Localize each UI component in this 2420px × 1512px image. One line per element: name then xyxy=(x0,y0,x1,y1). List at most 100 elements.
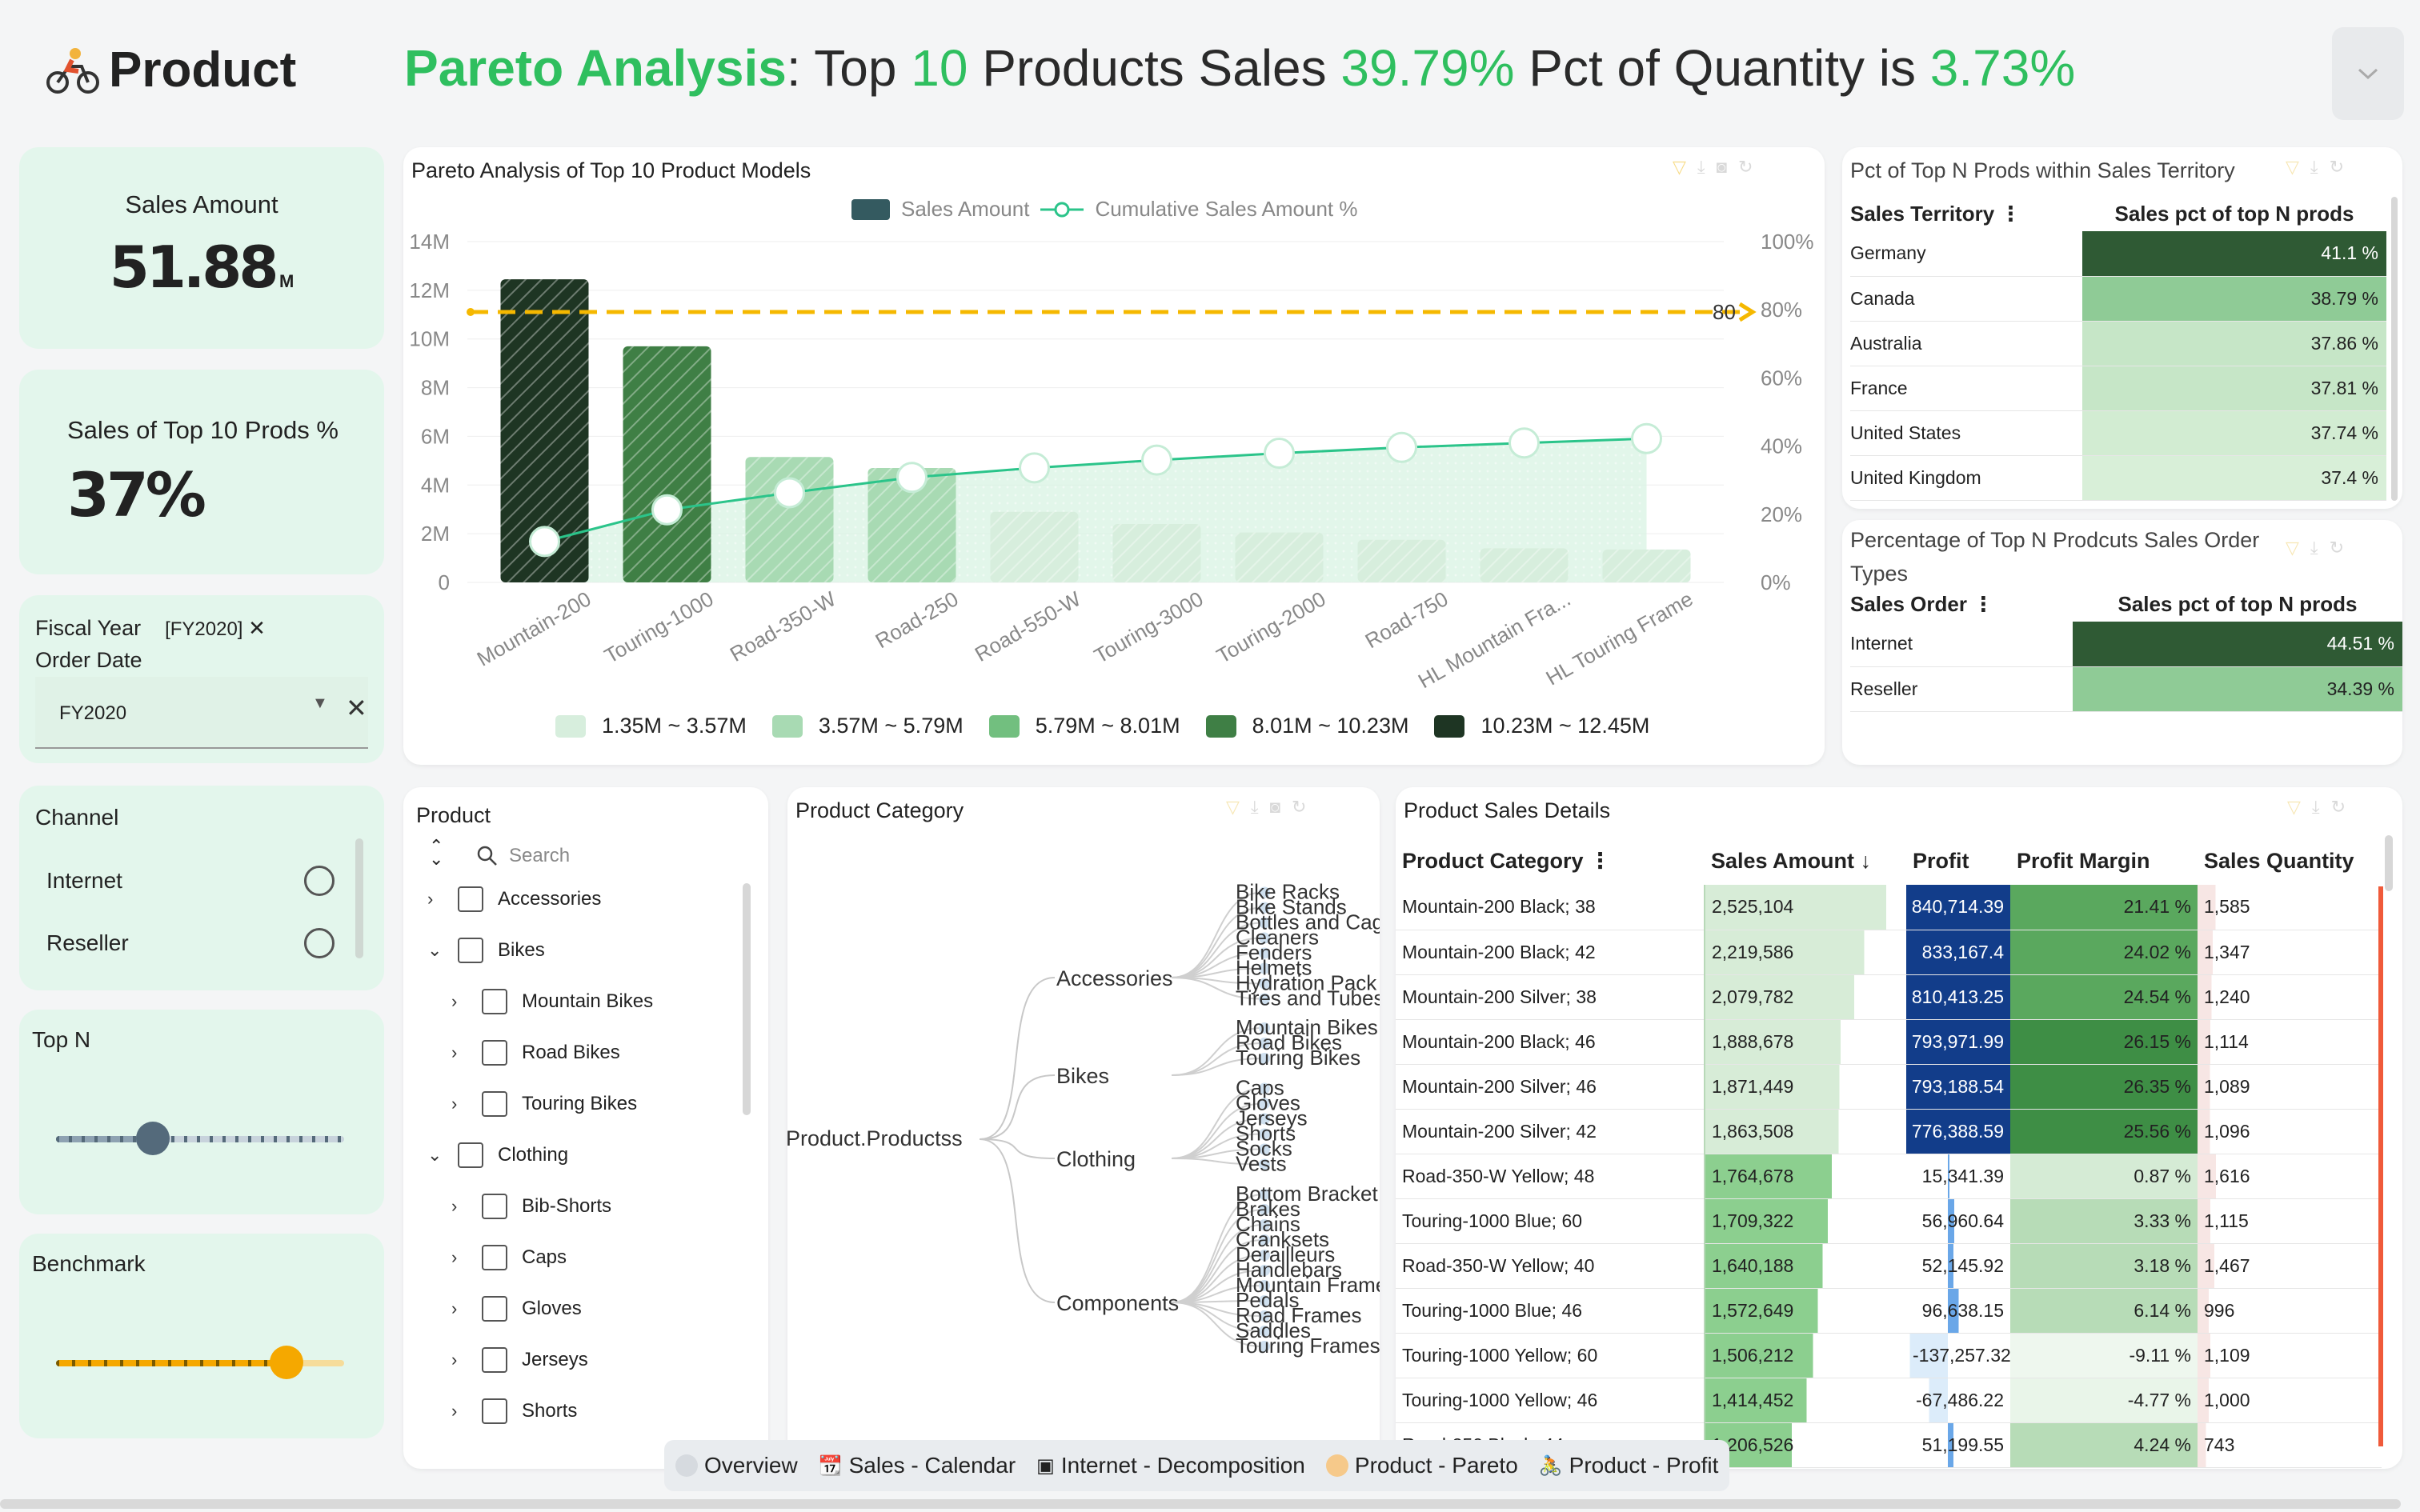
tab-sales-calendar[interactable]: 📆 Sales - Calendar xyxy=(819,1453,1016,1478)
more-icon[interactable]: ⋮ xyxy=(1973,592,1993,616)
benchmark-slider-handle[interactable] xyxy=(270,1346,303,1379)
channel-option-internet[interactable]: Internet xyxy=(46,866,335,896)
chevron-right-icon[interactable]: › xyxy=(427,889,443,910)
tree-checkbox[interactable] xyxy=(458,938,483,963)
clear-chip-icon[interactable]: ✕ xyxy=(248,616,266,640)
table-row[interactable]: Germany 41.1 % xyxy=(1850,231,2386,277)
chevron-right-icon[interactable]: › xyxy=(451,991,467,1012)
col-product-category[interactable]: Product Category ⋮ xyxy=(1396,837,1705,885)
table-row[interactable]: Touring-1000 Yellow; 46 1,414,452 -67,486.… xyxy=(1396,1378,2382,1423)
channel-option-reseller[interactable]: Reseller xyxy=(46,928,335,958)
tree-item-clothing[interactable]: ⌄ Clothing xyxy=(427,1142,568,1168)
order-pct-col-header[interactable]: Sales pct of top N prods xyxy=(2073,587,2402,622)
table-row[interactable]: France 37.81 % xyxy=(1850,366,2386,411)
tab-internet-decomposition[interactable]: ▣ Internet - Decomposition xyxy=(1036,1453,1305,1478)
fiscal-year-select[interactable]: FY2020 ▼ ✕ xyxy=(35,677,368,749)
territory-scrollbar[interactable] xyxy=(2391,197,2398,501)
tree-item-gloves[interactable]: › Gloves xyxy=(451,1296,582,1322)
tree-checkbox[interactable] xyxy=(482,1347,507,1373)
more-icon[interactable]: ⋮ xyxy=(1589,849,1611,873)
more-icon[interactable]: ⋮ xyxy=(2000,202,2021,226)
filter-icon[interactable]: ▽ xyxy=(2287,797,2312,817)
table-row[interactable]: United Kingdom 37.4 % xyxy=(1850,455,2386,501)
chevron-right-icon[interactable]: › xyxy=(451,1298,467,1319)
tree-checkbox[interactable] xyxy=(482,989,507,1014)
tree-item-caps[interactable]: › Caps xyxy=(451,1245,567,1270)
tree-checkbox[interactable] xyxy=(482,1040,507,1066)
chevron-right-icon[interactable]: › xyxy=(451,1401,467,1422)
filter-icon[interactable]: ▽ xyxy=(2286,157,2310,177)
col-profit[interactable]: Profit xyxy=(1906,837,2010,885)
chevron-right-icon[interactable]: › xyxy=(451,1350,467,1370)
table-row[interactable]: Mountain-200 Silver; 42 1,863,508 776,388.… xyxy=(1396,1109,2382,1154)
chevron-right-icon[interactable]: › xyxy=(451,1247,467,1268)
col-sales-amount[interactable]: Sales Amount ↓ xyxy=(1705,837,1906,885)
chevron-down-icon[interactable]: ⌄ xyxy=(427,1145,443,1166)
tree-checkbox[interactable] xyxy=(458,886,483,912)
sort-desc-icon[interactable]: ↓ xyxy=(1861,849,1872,873)
tab-overview[interactable]: Overview xyxy=(675,1453,798,1478)
dropdown-arrow-icon[interactable]: ▼ xyxy=(312,694,328,713)
table-row[interactable]: United States 37.74 % xyxy=(1850,410,2386,456)
radio-reseller[interactable] xyxy=(304,928,335,958)
bottom-scrollbar[interactable] xyxy=(0,1499,2401,1509)
chevron-right-icon[interactable]: › xyxy=(451,1042,467,1063)
col-sales-quantity[interactable]: Sales Quantity xyxy=(2198,837,2382,885)
tree-checkbox[interactable] xyxy=(482,1296,507,1322)
table-row[interactable]: Road-350-W Yellow; 48 1,764,678 15,341.39 0… xyxy=(1396,1154,2382,1199)
clear-select-icon[interactable]: ✕ xyxy=(346,693,367,723)
table-row[interactable]: Internet 44.51 % xyxy=(1850,622,2402,667)
table-row[interactable]: Mountain-200 Black; 42 2,219,586 833,167.4… xyxy=(1396,930,2382,975)
refresh-icon[interactable]: ↻ xyxy=(2331,797,2357,817)
tree-item-shorts[interactable]: › Shorts xyxy=(451,1398,577,1424)
search-row[interactable]: Search xyxy=(477,845,570,867)
tree-checkbox[interactable] xyxy=(482,1245,507,1270)
refresh-icon[interactable]: ↻ xyxy=(2330,538,2355,558)
chevron-right-icon[interactable]: › xyxy=(451,1196,467,1217)
tree-checkbox[interactable] xyxy=(458,1142,483,1168)
tree-item-road-bikes[interactable]: › Road Bikes xyxy=(451,1040,620,1066)
pct-col-header[interactable]: Sales pct of top N prods xyxy=(2082,197,2386,231)
table-row[interactable]: Mountain-200 Silver; 38 2,079,782 810,413.… xyxy=(1396,974,2382,1020)
table-row[interactable]: Touring-1000 Blue; 46 1,572,649 96,638.15 6… xyxy=(1396,1288,2382,1334)
table-row[interactable]: Mountain-200 Black; 38 2,525,104 840,714.3… xyxy=(1396,885,2382,930)
download-icon[interactable]: ⤓ xyxy=(2312,797,2331,817)
table-row[interactable]: Mountain-200 Silver; 46 1,871,449 793,188.… xyxy=(1396,1064,2382,1110)
table-row[interactable]: Reseller 34.39 % xyxy=(1850,666,2402,712)
download-icon[interactable]: ⤓ xyxy=(2310,157,2330,177)
table-row[interactable]: Canada 38.79 % xyxy=(1850,276,2386,322)
table-row[interactable]: Road-350-W Yellow; 40 1,640,188 52,145.92 3… xyxy=(1396,1243,2382,1289)
tree-checkbox[interactable] xyxy=(482,1194,507,1219)
tab-product-pareto[interactable]: Product - Pareto xyxy=(1325,1453,1518,1478)
tree-item-accessories[interactable]: › Accessories xyxy=(427,886,601,912)
territory-col-header[interactable]: Sales Territory ⋮ xyxy=(1850,197,2082,231)
table-row[interactable]: Mountain-200 Black; 46 1,888,678 793,971.9… xyxy=(1396,1019,2382,1065)
table-row[interactable]: Australia 37.86 % xyxy=(1850,321,2386,366)
order-col-header[interactable]: Sales Order ⋮ xyxy=(1850,587,2073,622)
expand-collapse-icon[interactable]: ⌃ ⌄ xyxy=(429,838,443,868)
details-scrollbar[interactable] xyxy=(2385,835,2393,891)
table-row[interactable]: Touring-1000 Blue; 60 1,709,322 56,960.64 3… xyxy=(1396,1198,2382,1244)
table-row[interactable]: Touring-1000 Yellow; 60 1,506,212 -137,257… xyxy=(1396,1333,2382,1378)
product-tree-scrollbar[interactable] xyxy=(743,883,751,1115)
tree-item-touring-bikes[interactable]: › Touring Bikes xyxy=(451,1091,637,1117)
chevron-right-icon[interactable]: › xyxy=(451,1094,467,1114)
tree-item-bib-shorts[interactable]: › Bib-Shorts xyxy=(451,1194,611,1219)
topn-slider-handle[interactable] xyxy=(136,1122,170,1155)
radio-internet[interactable] xyxy=(304,866,335,896)
channel-scrollbar[interactable] xyxy=(355,838,363,958)
tree-item-bikes[interactable]: ⌄ Bikes xyxy=(427,938,545,963)
refresh-icon[interactable]: ↻ xyxy=(2330,157,2355,177)
menu-dropdown-button[interactable] xyxy=(2332,27,2404,120)
tree-item-jerseys[interactable]: › Jerseys xyxy=(451,1347,588,1373)
tree-checkbox[interactable] xyxy=(482,1398,507,1424)
tab-product-profit[interactable]: 🚴 Product - Profit xyxy=(1539,1453,1719,1478)
filter-icon[interactable]: ▽ xyxy=(2286,538,2310,558)
col-profit-margin[interactable]: Profit Margin xyxy=(2010,837,2198,885)
search-input[interactable]: Search xyxy=(509,845,570,867)
download-icon[interactable]: ⤓ xyxy=(2310,538,2330,558)
tree-checkbox[interactable] xyxy=(482,1091,507,1117)
chevron-down-icon[interactable]: ⌄ xyxy=(427,940,443,961)
fiscal-year-chip[interactable]: [FY2020] ✕ xyxy=(165,616,266,641)
tree-item-mountain-bikes[interactable]: › Mountain Bikes xyxy=(451,989,653,1014)
